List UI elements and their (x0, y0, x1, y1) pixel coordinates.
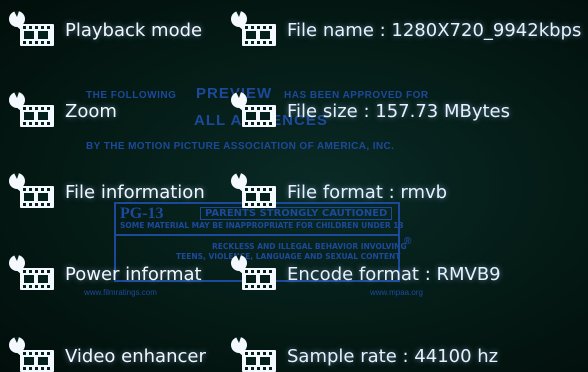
settings-film-icon (230, 336, 282, 372)
menu-item-label: Zoom (65, 100, 117, 122)
settings-film-icon (230, 254, 282, 294)
info-file-size[interactable]: File size : 157.73 MBytes (230, 91, 588, 131)
info-label: File format : rmvb (287, 181, 448, 203)
menu-item-label: Power informat (65, 263, 202, 285)
info-label: Sample rate : 44100 hz (287, 345, 499, 367)
player-screen: THE FOLLOWING PREVIEW HAS BEEN APPROVED … (0, 0, 588, 372)
osd-menu: Playback mode Zoom File information Powe… (0, 0, 588, 372)
settings-film-icon (8, 254, 60, 294)
menu-item-zoom[interactable]: Zoom (8, 91, 228, 131)
info-encode-format[interactable]: Encode format : RMVB9 (230, 254, 588, 294)
info-file-name[interactable]: File name : 1280X720_9942kbps (230, 10, 588, 50)
settings-film-icon (8, 10, 60, 50)
settings-film-icon (230, 91, 282, 131)
menu-item-label: File information (65, 181, 205, 203)
menu-item-label: Playback mode (65, 19, 203, 41)
menu-item-label: Video enhancer (65, 345, 206, 367)
menu-item-video-enhancer[interactable]: Video enhancer (8, 336, 228, 372)
settings-film-icon (230, 10, 282, 50)
settings-film-icon (230, 172, 282, 212)
menu-item-file-information[interactable]: File information (8, 172, 228, 212)
info-sample-rate[interactable]: Sample rate : 44100 hz (230, 336, 588, 372)
info-label: Encode format : RMVB9 (287, 263, 501, 285)
menu-item-playback-mode[interactable]: Playback mode (8, 10, 228, 50)
settings-film-icon (8, 172, 60, 212)
info-label: File name : 1280X720_9942kbps (287, 19, 582, 41)
menu-item-power-information[interactable]: Power informat (8, 254, 228, 294)
info-file-format[interactable]: File format : rmvb (230, 172, 588, 212)
settings-film-icon (8, 91, 60, 131)
settings-film-icon (8, 336, 60, 372)
info-label: File size : 157.73 MBytes (287, 100, 510, 122)
